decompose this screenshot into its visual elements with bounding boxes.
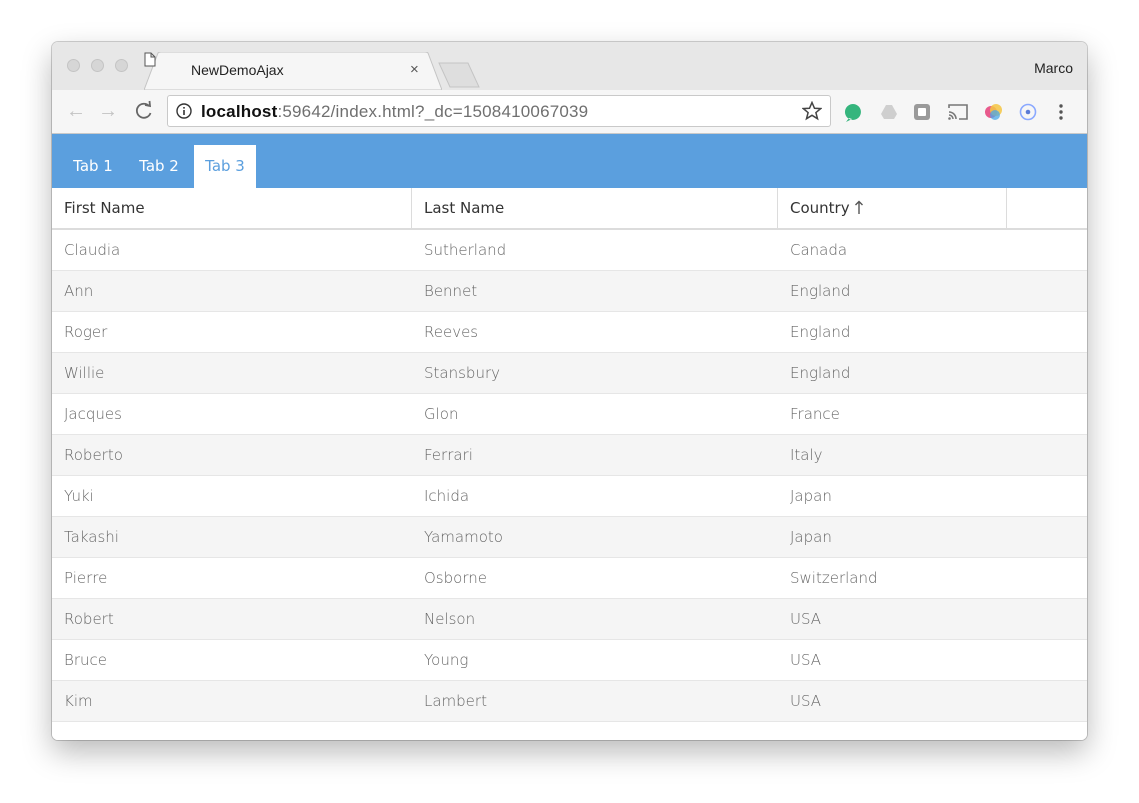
cell-last-name: Yamamoto xyxy=(424,528,503,546)
close-window-button[interactable] xyxy=(67,59,80,72)
cell-last-name: Bennet xyxy=(424,282,478,300)
address-bar[interactable]: localhost:59642/index.html?_dc=150841006… xyxy=(167,95,831,127)
cell-first-name: Claudia xyxy=(64,241,121,259)
drive-icon[interactable] xyxy=(880,103,898,121)
browser-tab-shape xyxy=(144,52,442,90)
info-icon[interactable] xyxy=(176,103,192,119)
page-content: Tab 1 Tab 2 Tab 3 First Name Last Name C… xyxy=(52,134,1087,740)
table-row[interactable]: Roger Reeves England xyxy=(52,312,1087,353)
table-row[interactable]: Takashi Yamamoto Japan xyxy=(52,517,1087,558)
column-header-label: First Name xyxy=(64,199,145,217)
bookmark-star-icon[interactable] xyxy=(802,101,822,121)
table-row[interactable]: Roberto Ferrari Italy xyxy=(52,435,1087,476)
close-tab-icon[interactable]: × xyxy=(410,61,419,78)
zoom-window-button[interactable] xyxy=(115,59,128,72)
cell-country: England xyxy=(790,364,851,382)
cell-first-name: Roberto xyxy=(64,446,123,464)
cell-first-name: Jacques xyxy=(64,405,122,423)
table-row[interactable]: Ann Bennet England xyxy=(52,271,1087,312)
new-tab-button[interactable] xyxy=(438,62,480,88)
column-header-label: Last Name xyxy=(424,199,505,217)
cell-first-name: Willie xyxy=(64,364,105,382)
table-row[interactable]: Claudia Sutherland Canada xyxy=(52,230,1087,271)
cell-country: Canada xyxy=(790,241,848,259)
cell-first-name: Kim xyxy=(64,692,93,710)
cell-country: Japan xyxy=(790,528,832,546)
color-extension-icon[interactable] xyxy=(984,103,1004,121)
cell-first-name: Pierre xyxy=(64,569,108,587)
extension-green-icon[interactable] xyxy=(844,103,862,123)
cell-country: USA xyxy=(790,692,822,710)
cell-country: England xyxy=(790,323,851,341)
tab-1[interactable]: Tab 1 xyxy=(62,145,124,188)
column-header-filler xyxy=(1007,188,1087,228)
table-row[interactable]: Pierre Osborne Switzerland xyxy=(52,558,1087,599)
cell-last-name: Young xyxy=(424,651,469,669)
sort-ascending-icon[interactable] xyxy=(854,200,864,215)
url-host: localhost xyxy=(201,102,278,121)
browser-tab[interactable]: NewDemoAjax × xyxy=(144,52,442,90)
cell-first-name: Takashi xyxy=(64,528,119,546)
extension-square-icon[interactable] xyxy=(913,103,931,121)
app-tab-bar: Tab 1 Tab 2 Tab 3 xyxy=(52,134,1087,188)
menu-kebab-icon[interactable] xyxy=(1058,103,1064,121)
cast-icon[interactable] xyxy=(947,103,969,121)
cell-last-name: Ferrari xyxy=(424,446,473,464)
page-icon xyxy=(144,52,156,67)
tab-3[interactable]: Tab 3 xyxy=(194,145,256,188)
cell-first-name: Roger xyxy=(64,323,108,341)
browser-window: NewDemoAjax × Marco ← → localhost:59642/… xyxy=(52,42,1087,740)
back-arrow-icon[interactable]: ← xyxy=(66,101,86,121)
target-extension-icon[interactable] xyxy=(1019,103,1037,121)
url-text: localhost:59642/index.html?_dc=150841006… xyxy=(201,102,588,122)
cell-last-name: Stansbury xyxy=(424,364,500,382)
table-row[interactable]: Robert Nelson USA xyxy=(52,599,1087,640)
table-row[interactable]: Kim Lambert USA xyxy=(52,681,1087,722)
cell-country: USA xyxy=(790,610,822,628)
forward-arrow-icon[interactable]: → xyxy=(98,101,118,121)
table-row[interactable]: Willie Stansbury England xyxy=(52,353,1087,394)
column-header-country[interactable]: Country xyxy=(778,188,1007,228)
browser-toolbar: ← → localhost:59642/index.html?_dc=15084… xyxy=(52,90,1087,134)
cell-first-name: Robert xyxy=(64,610,114,628)
tab-2[interactable]: Tab 2 xyxy=(128,145,190,188)
cell-last-name: Sutherland xyxy=(424,241,507,259)
url-path: :59642/index.html?_dc=1508410067039 xyxy=(277,102,589,121)
cell-first-name: Yuki xyxy=(64,487,94,505)
profile-name[interactable]: Marco xyxy=(1034,60,1073,76)
column-header-last-name[interactable]: Last Name xyxy=(412,188,778,228)
cell-last-name: Reeves xyxy=(424,323,479,341)
table-row[interactable]: Jacques Glon France xyxy=(52,394,1087,435)
cell-last-name: Nelson xyxy=(424,610,476,628)
cell-last-name: Osborne xyxy=(424,569,487,587)
table-row[interactable]: Bruce Young USA xyxy=(52,640,1087,681)
cell-last-name: Ichida xyxy=(424,487,470,505)
reload-icon[interactable] xyxy=(134,100,154,122)
grid-header: First Name Last Name Country xyxy=(52,188,1087,230)
browser-tab-strip: NewDemoAjax × Marco xyxy=(52,42,1087,90)
cell-first-name: Bruce xyxy=(64,651,107,669)
cell-last-name: Lambert xyxy=(424,692,487,710)
table-row-partial[interactable] xyxy=(52,722,1087,740)
cell-country: England xyxy=(790,282,851,300)
cell-last-name: Glon xyxy=(424,405,459,423)
cell-country: USA xyxy=(790,651,822,669)
minimize-window-button[interactable] xyxy=(91,59,104,72)
cell-country: Switzerland xyxy=(790,569,878,587)
column-header-first-name[interactable]: First Name xyxy=(52,188,412,228)
column-header-label: Country xyxy=(790,199,850,217)
cell-country: Italy xyxy=(790,446,823,464)
cell-first-name: Ann xyxy=(64,282,94,300)
cell-country: Japan xyxy=(790,487,832,505)
table-row[interactable]: Yuki Ichida Japan xyxy=(52,476,1087,517)
browser-tab-title: NewDemoAjax xyxy=(191,62,284,78)
cell-country: France xyxy=(790,405,840,423)
